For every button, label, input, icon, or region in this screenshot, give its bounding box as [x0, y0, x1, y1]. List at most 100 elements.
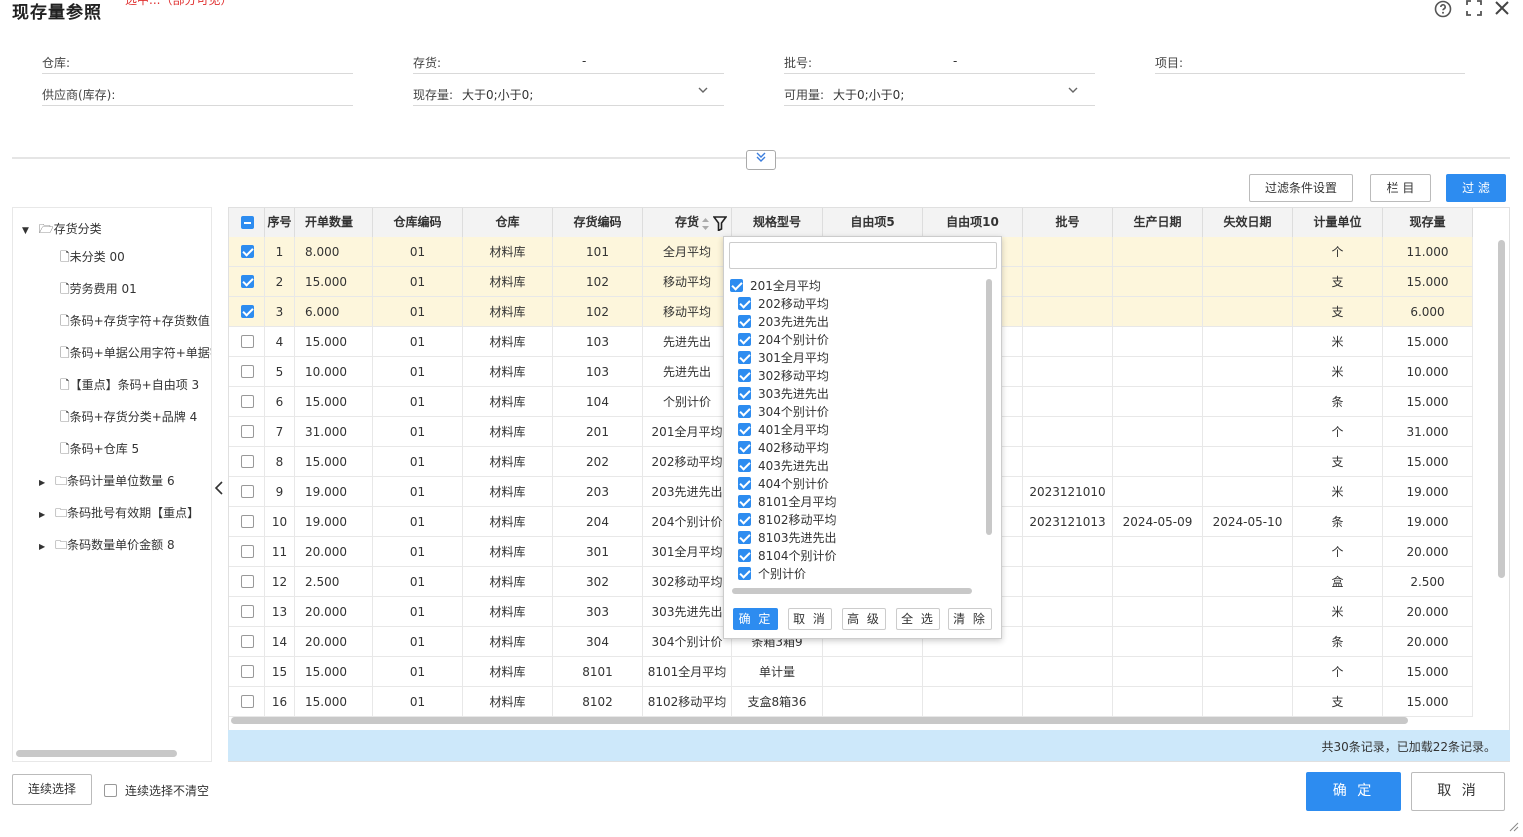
filter-option-checkbox[interactable] [738, 297, 751, 310]
filter-button[interactable]: 过 滤 [1446, 174, 1506, 202]
tree-item[interactable]: ▶ 🗀条码计量单位数量 6 [39, 472, 175, 493]
filter-option[interactable]: 403先进先出 [738, 457, 829, 474]
row-checkbox[interactable] [241, 515, 254, 528]
filter-option[interactable]: 204个别计价 [738, 331, 829, 348]
filter-option-checkbox[interactable] [738, 369, 751, 382]
help-icon[interactable] [1434, 0, 1452, 18]
row-checkbox[interactable] [241, 395, 254, 408]
row-checkbox[interactable] [241, 455, 254, 468]
row-checkbox[interactable] [241, 485, 254, 498]
tree-root[interactable]: ▼ 🗁存货分类 [22, 220, 102, 241]
filter-option-checkbox[interactable] [738, 549, 751, 562]
tree-item[interactable]: 🗋条码+仓库 5 [60, 440, 139, 461]
close-icon[interactable] [1493, 0, 1511, 18]
filter-option-checkbox[interactable] [738, 567, 751, 580]
filter-option[interactable]: 402移动平均 [738, 439, 829, 456]
filter-option[interactable]: 202移动平均 [738, 295, 829, 312]
tree-item[interactable]: ▶ 🗀条码数量单价金额 8 [39, 536, 175, 557]
chevron-down-icon[interactable] [1067, 84, 1079, 99]
project-field[interactable] [1155, 73, 1465, 74]
column-header[interactable]: 生产日期 [1113, 208, 1203, 237]
filter-option[interactable]: 401全月平均 [738, 421, 829, 438]
column-header[interactable]: 失效日期 [1203, 208, 1293, 237]
inventory-field[interactable]: - [582, 54, 586, 68]
tree-item[interactable]: 🗋未分类 00 [60, 248, 125, 269]
resize-grip-icon[interactable] [1507, 820, 1519, 835]
filter-funnel-icon[interactable] [712, 216, 728, 234]
tree-item[interactable]: 🗋劳务费用 01 [60, 280, 137, 301]
row-checkbox[interactable] [241, 605, 254, 618]
tree-item[interactable]: 🗋【重点】条码+自由项 3 [60, 376, 199, 397]
popup-select-all-button[interactable]: 全 选 [896, 608, 940, 630]
onhand-select[interactable]: 大于0;小于0; [462, 86, 533, 103]
column-header[interactable]: 仓库编码 [373, 208, 463, 237]
keep-selection-checkbox[interactable] [104, 784, 117, 797]
select-all-header[interactable] [229, 208, 265, 237]
filter-option-checkbox[interactable] [738, 351, 751, 364]
chevron-down-icon[interactable] [697, 84, 709, 99]
column-header[interactable]: 自由项5 [823, 208, 923, 237]
filter-option-checkbox[interactable] [738, 477, 751, 490]
filter-option[interactable]: 303先进先出 [738, 385, 829, 402]
sort-icon[interactable] [701, 217, 710, 234]
collapse-tree-icon[interactable] [214, 480, 226, 500]
row-checkbox[interactable] [241, 575, 254, 588]
filter-option[interactable]: 301全月平均 [738, 349, 829, 366]
filter-option[interactable]: 302移动平均 [738, 367, 829, 384]
filter-option[interactable]: 404个别计价 [738, 475, 829, 492]
row-checkbox[interactable] [241, 635, 254, 648]
caret-down-icon[interactable]: ▼ [22, 226, 29, 236]
filter-option-checkbox[interactable] [738, 405, 751, 418]
filter-settings-button[interactable]: 过滤条件设置 [1249, 174, 1353, 202]
row-checkbox[interactable] [241, 365, 254, 378]
popup-ok-button[interactable]: 确 定 [733, 608, 778, 630]
column-header[interactable]: 现存量 [1383, 208, 1473, 237]
caret-right-icon[interactable]: ▶ [39, 510, 45, 519]
continuous-select-button[interactable]: 连续选择 [12, 774, 92, 805]
popup-cancel-button[interactable]: 取 消 [788, 608, 832, 630]
row-checkbox[interactable] [241, 425, 254, 438]
filter-option-checkbox[interactable] [738, 315, 751, 328]
row-checkbox[interactable] [241, 545, 254, 558]
row-checkbox[interactable] [241, 695, 254, 708]
batch-field[interactable]: - [953, 54, 957, 68]
column-header[interactable]: 规格型号 [732, 208, 823, 237]
filter-option[interactable]: 8102移动平均 [738, 511, 837, 528]
column-header[interactable]: 自由项10 [923, 208, 1023, 237]
row-checkbox[interactable] [241, 245, 254, 258]
filter-option[interactable]: 8103先进先出 [738, 529, 837, 546]
table-horizontal-scrollbar[interactable] [231, 717, 1408, 724]
columns-button[interactable]: 栏 目 [1370, 174, 1431, 202]
column-header[interactable]: 序号 [265, 208, 295, 237]
select-all-checkbox[interactable] [241, 216, 254, 229]
filter-option-checkbox[interactable] [738, 495, 751, 508]
available-select[interactable]: 大于0;小于0; [833, 86, 904, 103]
caret-right-icon[interactable]: ▶ [39, 542, 45, 551]
filter-option-checkbox[interactable] [738, 513, 751, 526]
popup-clear-button[interactable]: 清 除 [948, 608, 992, 630]
filter-option[interactable]: 304个别计价 [738, 403, 829, 420]
table-vertical-scrollbar[interactable] [1498, 240, 1505, 578]
tree-item[interactable]: 🗋条码+单据公用字符+单据字 [60, 344, 211, 365]
warehouse-field[interactable] [42, 73, 353, 74]
tree-horizontal-scrollbar[interactable] [16, 750, 177, 757]
column-header[interactable]: 仓库 [463, 208, 553, 237]
filter-option-checkbox[interactable] [738, 387, 751, 400]
column-header[interactable]: 存货编码 [553, 208, 643, 237]
row-checkbox[interactable] [241, 335, 254, 348]
filter-option[interactable]: 个别计价 [738, 565, 806, 582]
tree-item[interactable]: 🗋条码+存货分类+品牌 4 [60, 408, 197, 429]
filter-option-checkbox[interactable] [730, 279, 743, 292]
filter-option[interactable]: 8104个别计价 [738, 547, 837, 564]
popup-horizontal-scrollbar[interactable] [732, 588, 972, 594]
filter-option-checkbox[interactable] [738, 423, 751, 436]
column-header[interactable]: 开单数量 [295, 208, 373, 237]
cancel-button[interactable]: 取 消 [1411, 772, 1505, 811]
maximize-icon[interactable] [1465, 0, 1483, 18]
filter-option-checkbox[interactable] [738, 459, 751, 472]
ok-button[interactable]: 确 定 [1306, 772, 1401, 811]
column-header[interactable]: 计量单位 [1293, 208, 1383, 237]
filter-option[interactable]: 8101全月平均 [738, 493, 837, 510]
row-checkbox[interactable] [241, 665, 254, 678]
column-header[interactable]: 批号 [1023, 208, 1113, 237]
